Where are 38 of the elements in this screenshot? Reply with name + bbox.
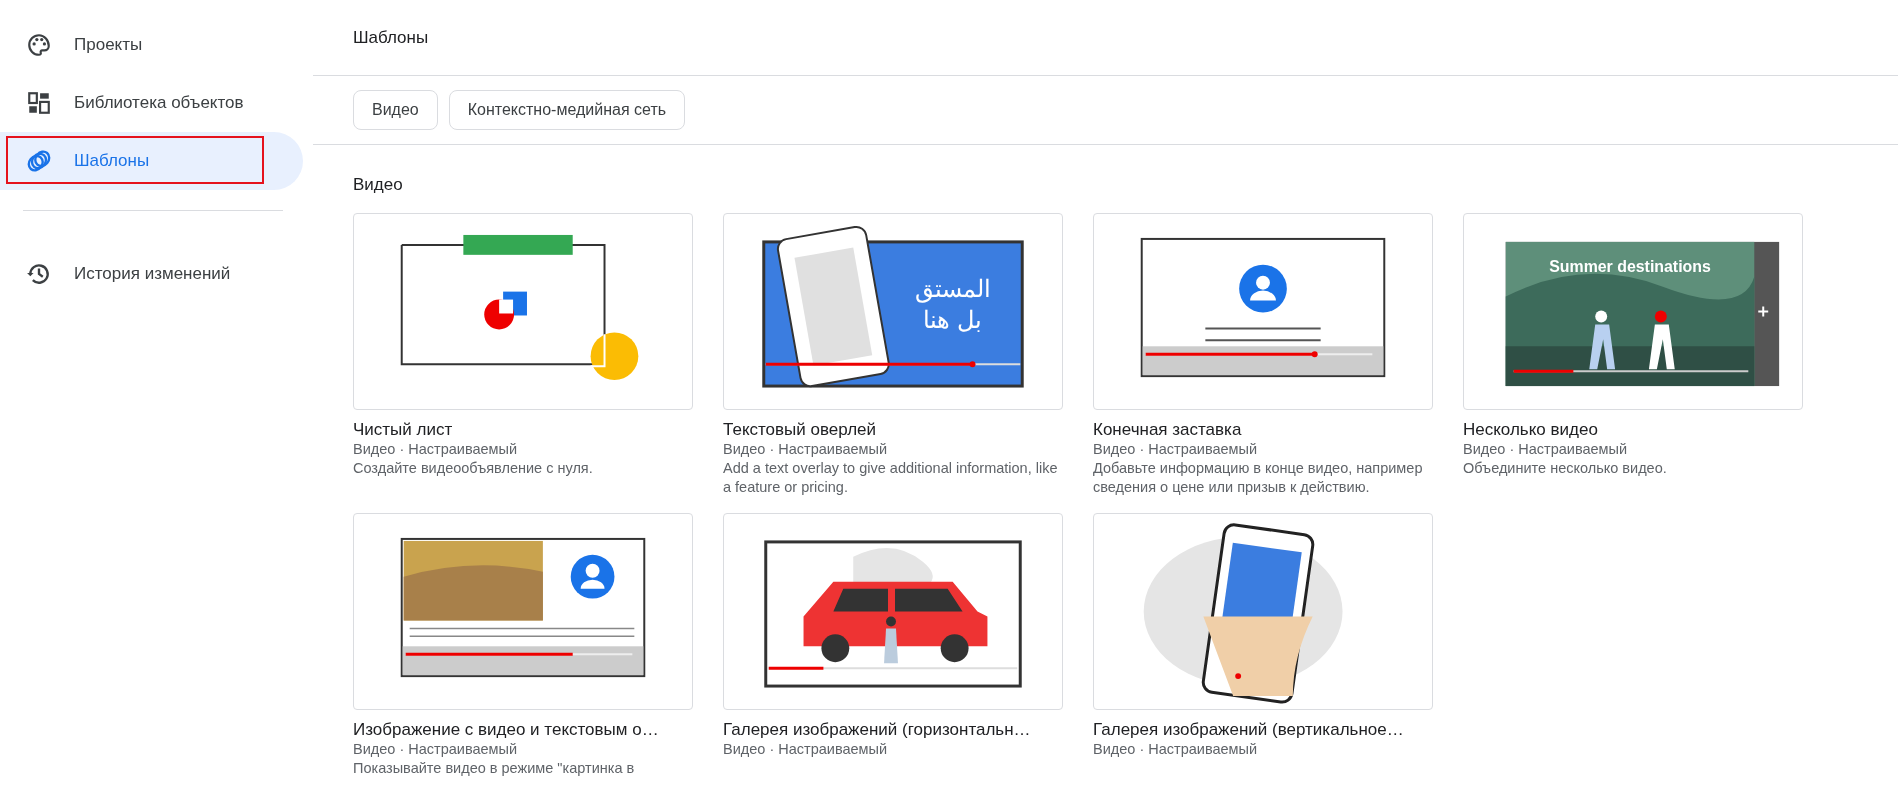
preview-caption: بل هنا bbox=[923, 306, 982, 334]
template-title[interactable]: Чистый лист bbox=[353, 420, 693, 440]
filter-chip[interactable]: Видео bbox=[353, 90, 438, 130]
template-meta: Видео · Настраиваемый bbox=[1093, 740, 1259, 759]
sidebar-item[interactable]: Шаблоны bbox=[0, 132, 303, 190]
template-title[interactable]: Конечная заставка bbox=[1093, 420, 1433, 440]
filter-chip[interactable]: Контекстно-медийная сеть bbox=[448, 90, 686, 130]
template-preview[interactable]: المستق بل هنا bbox=[723, 213, 1063, 410]
palette-icon bbox=[26, 32, 52, 58]
template-meta: Видео · Настраиваемый bbox=[1463, 440, 1629, 459]
template-title[interactable]: Галерея изображений (горизонтальн… bbox=[723, 720, 1063, 740]
preview-caption: المستق bbox=[914, 274, 991, 302]
preview-caption: Summer destinations bbox=[1549, 257, 1711, 275]
sidebar-item[interactable]: Проекты bbox=[0, 16, 303, 74]
template-preview[interactable] bbox=[1093, 213, 1433, 410]
template-description: Добавьте информацию в конце видео, например сведения о цене или призыв к действию. bbox=[1093, 459, 1424, 497]
section-title: Видео bbox=[353, 175, 404, 195]
template-description: Add a text overlay to give additional information, like a feature or pricing. bbox=[723, 459, 1059, 497]
history-icon bbox=[26, 261, 52, 287]
template-title[interactable]: Галерея изображений (вертикальное… bbox=[1093, 720, 1433, 740]
template-meta: Видео · Настраиваемый bbox=[723, 740, 889, 759]
template-description: Показывайте видео в режиме "картинка в bbox=[353, 759, 636, 778]
template-preview[interactable]: Summer destinations bbox=[1463, 213, 1803, 410]
template-preview[interactable] bbox=[723, 513, 1063, 710]
rings-icon bbox=[26, 148, 52, 174]
dashboard-icon bbox=[26, 90, 52, 116]
template-meta: Видео · Настраиваемый bbox=[353, 740, 519, 759]
template-title[interactable]: Текстовый оверлей bbox=[723, 420, 1063, 440]
template-title[interactable]: Изображение с видео и текстовым о… bbox=[353, 720, 693, 740]
sidebar-item[interactable]: Библиотека объектов bbox=[0, 74, 303, 132]
sidebar-item[interactable]: История изменений bbox=[0, 245, 303, 303]
template-meta: Видео · Настраиваемый bbox=[1093, 440, 1259, 459]
template-title[interactable]: Несколько видео bbox=[1463, 420, 1803, 440]
template-description: Объедините несколько видео. bbox=[1463, 459, 1668, 478]
template-meta: Видео · Настраиваемый bbox=[723, 440, 889, 459]
page-title: Шаблоны bbox=[353, 27, 429, 48]
template-description: Создайте видеообъявление с нуля. bbox=[353, 459, 594, 478]
template-meta: Видео · Настраиваемый bbox=[353, 440, 519, 459]
